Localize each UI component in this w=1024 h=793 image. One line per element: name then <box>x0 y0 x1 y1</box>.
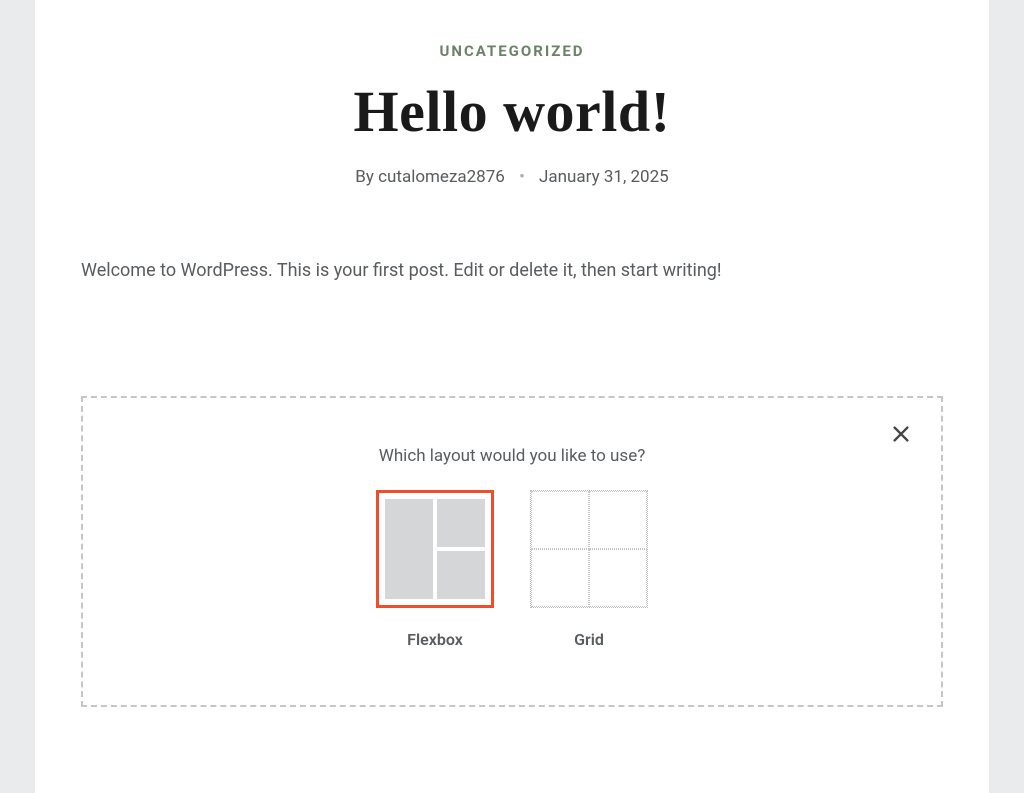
layout-picker-block: Which layout would you like to use? Flex… <box>81 396 943 707</box>
close-icon <box>890 423 912 445</box>
post-content: Welcome to WordPress. This is your first… <box>81 257 943 286</box>
layout-option-grid[interactable]: Grid <box>530 490 648 649</box>
layout-option-flexbox[interactable]: Flexbox <box>376 490 494 649</box>
post-title: Hello world! <box>81 82 943 143</box>
layout-picker-prompt: Which layout would you like to use? <box>107 446 917 466</box>
post-author-link[interactable]: cutalomeza2876 <box>378 167 505 187</box>
flexbox-preview-icon <box>376 490 494 608</box>
post-date: January 31, 2025 <box>539 167 669 187</box>
post-paragraph: Welcome to WordPress. This is your first… <box>81 257 943 286</box>
post-card: UNCATEGORIZED Hello world! By cutalomeza… <box>35 0 989 793</box>
grid-preview-icon <box>530 490 648 608</box>
layout-option-label: Grid <box>574 630 604 649</box>
layout-option-label: Flexbox <box>407 630 463 649</box>
meta-separator: • <box>519 167 525 187</box>
post-header: UNCATEGORIZED Hello world! By cutalomeza… <box>81 0 943 187</box>
layout-options: Flexbox Grid <box>107 490 917 649</box>
by-prefix: By <box>355 167 374 187</box>
post-meta: By cutalomeza2876 • January 31, 2025 <box>81 167 943 187</box>
post-category-link[interactable]: UNCATEGORIZED <box>81 42 943 60</box>
close-button[interactable] <box>887 420 915 448</box>
